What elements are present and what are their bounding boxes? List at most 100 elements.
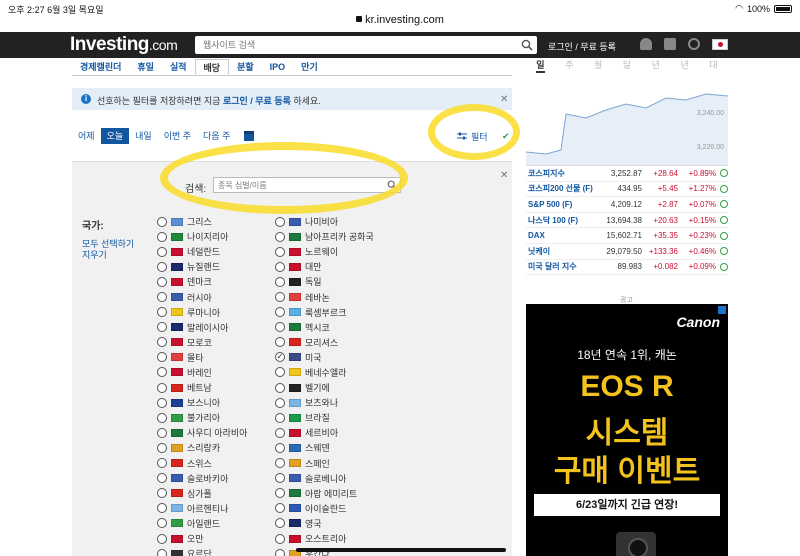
- country-checkbox[interactable]: [275, 382, 285, 393]
- bell-icon[interactable]: [640, 38, 652, 50]
- country-checkbox[interactable]: [275, 231, 285, 242]
- country-option[interactable]: 스위스: [157, 456, 247, 471]
- adchoices-icon[interactable]: [718, 306, 726, 314]
- country-option[interactable]: 남아프리카 공화국: [275, 229, 374, 244]
- country-checkbox[interactable]: [275, 246, 285, 257]
- country-option[interactable]: 세르비아: [275, 425, 374, 440]
- country-checkbox[interactable]: [275, 412, 285, 423]
- country-option[interactable]: 베트남: [157, 380, 247, 395]
- site-search[interactable]: [195, 36, 537, 54]
- country-checkbox[interactable]: [157, 307, 167, 318]
- country-option[interactable]: 아랍 에미리트: [275, 486, 374, 501]
- period-tab-5[interactable]: 년: [681, 58, 689, 73]
- country-checkbox[interactable]: [157, 261, 167, 272]
- country-option[interactable]: 슬로바키아: [157, 471, 247, 486]
- country-option[interactable]: 슬로베니아: [275, 471, 374, 486]
- period-tab-1[interactable]: 주: [565, 58, 573, 73]
- country-checkbox[interactable]: [157, 533, 167, 544]
- country-checkbox[interactable]: [275, 503, 285, 514]
- country-checkbox[interactable]: [275, 397, 285, 408]
- country-option[interactable]: 영국: [275, 516, 374, 531]
- country-checkbox[interactable]: [275, 337, 285, 348]
- period-tab-6[interactable]: 대: [709, 58, 717, 73]
- country-checkbox[interactable]: [157, 427, 167, 438]
- country-checkbox[interactable]: [275, 307, 285, 318]
- country-option[interactable]: 스페인: [275, 456, 374, 471]
- country-option[interactable]: 베네수엘라: [275, 365, 374, 380]
- country-checkbox[interactable]: [157, 231, 167, 242]
- country-option[interactable]: 불가리아: [157, 410, 247, 425]
- country-checkbox[interactable]: [275, 292, 285, 303]
- country-checkbox[interactable]: [157, 216, 167, 227]
- date-button-2[interactable]: 내일: [129, 128, 158, 144]
- country-checkbox[interactable]: [275, 216, 285, 227]
- country-option[interactable]: 독일: [275, 274, 374, 289]
- tab-3[interactable]: 배당: [194, 59, 230, 75]
- country-option[interactable]: 그리스: [157, 214, 247, 229]
- country-option[interactable]: 대만: [275, 259, 374, 274]
- country-checkbox[interactable]: [157, 337, 167, 348]
- country-checkbox[interactable]: [275, 488, 285, 499]
- notice-login-link[interactable]: 로그인 / 무료 등록: [223, 96, 291, 106]
- country-option[interactable]: 나이지리아: [157, 229, 247, 244]
- country-checkbox[interactable]: [275, 367, 285, 378]
- country-checkbox[interactable]: ✓: [275, 352, 285, 363]
- country-checkbox[interactable]: [275, 518, 285, 529]
- period-tab-3[interactable]: 달: [623, 58, 631, 73]
- canon-ad[interactable]: Canon 18년 연속 1위, 캐논 EOS R 시스템 구매 이벤트 6/2…: [526, 304, 728, 556]
- country-option[interactable]: 사우디 아라비아: [157, 425, 247, 440]
- country-checkbox[interactable]: [157, 322, 167, 333]
- tab-0[interactable]: 경제캘린더: [72, 59, 129, 75]
- site-search-input[interactable]: [195, 36, 515, 54]
- filter-button[interactable]: 필터: [457, 130, 488, 143]
- quote-row[interactable]: 나스닥 100 (F) 13,694.38 +20.63 +0.15%: [526, 213, 728, 229]
- country-checkbox[interactable]: [275, 276, 285, 287]
- country-option[interactable]: 보스니아: [157, 395, 247, 410]
- address-bar[interactable]: kr.investing.com: [0, 14, 800, 26]
- country-option[interactable]: 브라질: [275, 410, 374, 425]
- country-checkbox[interactable]: [157, 412, 167, 423]
- tab-1[interactable]: 휴일: [129, 59, 162, 75]
- site-logo[interactable]: Investing.com: [70, 34, 178, 56]
- login-link[interactable]: 로그인 / 무료 등록: [548, 40, 616, 53]
- tab-6[interactable]: 만기: [293, 59, 326, 75]
- period-tab-0[interactable]: 일: [536, 58, 545, 73]
- country-checkbox[interactable]: [275, 261, 285, 272]
- country-checkbox[interactable]: [275, 458, 285, 469]
- country-option[interactable]: 아르헨티나: [157, 501, 247, 516]
- period-tab-4[interactable]: 년: [652, 58, 660, 73]
- country-option[interactable]: 러시아: [157, 289, 247, 304]
- country-option[interactable]: 네덜란드: [157, 244, 247, 259]
- tab-2[interactable]: 실적: [162, 59, 195, 75]
- country-option[interactable]: 룩셈부르크: [275, 305, 374, 320]
- close-filter-icon[interactable]: ✕: [500, 170, 508, 181]
- korea-flag-icon[interactable]: [712, 39, 728, 50]
- country-checkbox[interactable]: [275, 548, 285, 556]
- portfolio-icon[interactable]: [664, 38, 676, 50]
- country-option[interactable]: 몰타: [157, 350, 247, 365]
- country-option[interactable]: 오스트리아: [275, 531, 374, 546]
- country-checkbox[interactable]: [157, 352, 167, 363]
- stock-search[interactable]: [213, 177, 401, 193]
- country-option[interactable]: 아이슬란드: [275, 501, 374, 516]
- tab-5[interactable]: IPO: [262, 59, 294, 75]
- country-option[interactable]: 바레인: [157, 365, 247, 380]
- country-option[interactable]: 나미비아: [275, 214, 374, 229]
- country-checkbox[interactable]: [157, 442, 167, 453]
- date-button-3[interactable]: 이번 주: [158, 128, 197, 144]
- country-option[interactable]: 노르웨이: [275, 244, 374, 259]
- country-option[interactable]: 벨기에: [275, 380, 374, 395]
- country-checkbox[interactable]: [157, 397, 167, 408]
- country-option[interactable]: 싱가폴: [157, 486, 247, 501]
- date-button-0[interactable]: 어제: [72, 128, 101, 144]
- search-icon[interactable]: [387, 180, 397, 190]
- country-checkbox[interactable]: [275, 427, 285, 438]
- period-tab-2[interactable]: 월: [594, 58, 602, 73]
- clock-icon[interactable]: [688, 38, 700, 50]
- close-icon[interactable]: ✕: [500, 94, 508, 105]
- country-option[interactable]: 레바논: [275, 289, 374, 304]
- country-checkbox[interactable]: [157, 246, 167, 257]
- quote-row[interactable]: DAX 15,602.71 +35.35 +0.23%: [526, 228, 728, 244]
- country-option[interactable]: 루마니아: [157, 305, 247, 320]
- country-option[interactable]: 말레이시아: [157, 320, 247, 335]
